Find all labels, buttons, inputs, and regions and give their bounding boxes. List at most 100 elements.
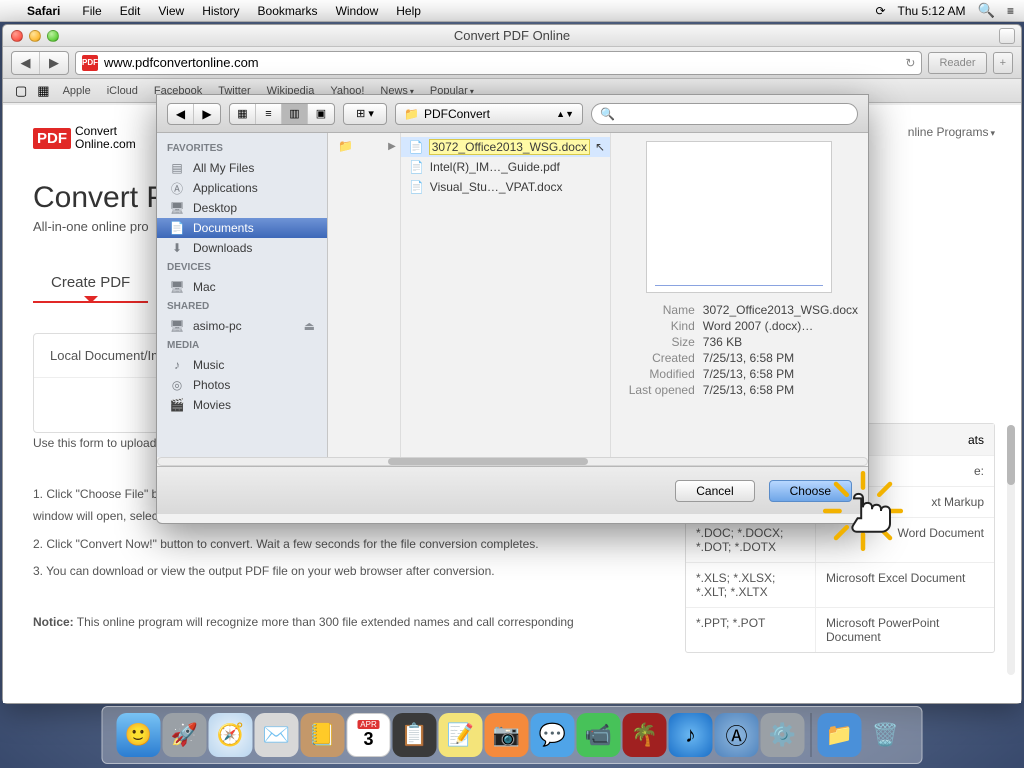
location-popup[interactable]: 📁 PDFConvert ▲▼ xyxy=(395,103,583,125)
bookmark-item[interactable]: Apple xyxy=(56,82,98,100)
allmyfiles-icon: ▤ xyxy=(169,161,185,175)
online-programs-dropdown[interactable]: nline Programs xyxy=(908,125,995,139)
dock-reminders-icon[interactable]: 📋 xyxy=(393,713,437,757)
menu-edit[interactable]: Edit xyxy=(111,4,150,18)
dock-appstore-icon[interactable]: Ⓐ xyxy=(715,713,759,757)
menu-bookmarks[interactable]: Bookmarks xyxy=(249,4,327,18)
top-sites-icon[interactable]: ▦ xyxy=(33,83,53,99)
dock-facetime-icon[interactable]: 📹 xyxy=(577,713,621,757)
dock-trash-icon[interactable]: 🗑️ xyxy=(864,713,908,757)
add-bookmark-button[interactable]: + xyxy=(993,52,1013,74)
dialog-forward-button[interactable]: ▶ xyxy=(194,104,220,124)
pdf-icon: 📄 xyxy=(409,159,425,175)
icon-view-icon[interactable]: ▦ xyxy=(230,104,256,124)
dialog-sidebar: FAVORITES ▤All My Files ⒶApplications 🖥D… xyxy=(157,133,328,457)
bookmark-item[interactable]: iCloud xyxy=(100,82,145,100)
reader-button[interactable]: Reader xyxy=(928,52,986,74)
arrange-button[interactable]: ⊞ ▾ xyxy=(343,103,387,125)
dock-notes-icon[interactable]: 📝 xyxy=(439,713,483,757)
sidebar-section-media: MEDIA xyxy=(157,336,327,355)
sidebar-item-sharedpc[interactable]: 🖥asimo-pc⏏ xyxy=(157,316,327,336)
dock-finder-icon[interactable]: 🙂 xyxy=(117,713,161,757)
sidebar-item-downloads[interactable]: ⬇Downloads xyxy=(157,238,327,258)
file-name: 3072_Office2013_WSG.docx xyxy=(429,139,590,155)
dock-contacts-icon[interactable]: 📒 xyxy=(301,713,345,757)
list-view-icon[interactable]: ≡ xyxy=(256,104,282,124)
dock-mail-icon[interactable]: ✉️ xyxy=(255,713,299,757)
format-ext: *.XLS; *.XLSX; *.XLT; *.XLTX xyxy=(686,563,816,607)
file-item[interactable]: 📄 Intel(R)_IM…_Guide.pdf xyxy=(401,157,610,177)
instruction-text: 2. Click "Convert Now!" button to conver… xyxy=(33,534,673,556)
dock-preferences-icon[interactable]: ⚙️ xyxy=(761,713,805,757)
sidebar-item-allmyfiles[interactable]: ▤All My Files xyxy=(157,158,327,178)
menu-help[interactable]: Help xyxy=(387,4,430,18)
time-machine-icon[interactable]: ⟳ xyxy=(875,4,885,18)
dock-iphoto-icon[interactable]: 🌴 xyxy=(623,713,667,757)
cancel-button[interactable]: Cancel xyxy=(675,480,754,502)
back-button[interactable]: ◀ xyxy=(12,52,40,74)
menu-view[interactable]: View xyxy=(149,4,193,18)
file-name: Intel(R)_IM…_Guide.pdf xyxy=(430,160,560,174)
search-icon: 🔍 xyxy=(600,107,615,121)
dock-downloads-icon[interactable]: 📁 xyxy=(818,713,862,757)
dock: 🙂 🚀 🧭 ✉️ 📒 APR3 📋 📝 📷 💬 📹 🌴 ♪ Ⓐ ⚙️ 📁 🗑️ xyxy=(102,706,923,764)
sidebar-section-shared: SHARED xyxy=(157,297,327,316)
url-input[interactable] xyxy=(104,55,899,70)
dialog-footer: Cancel Choose xyxy=(157,466,868,514)
address-bar[interactable]: PDF ↻ xyxy=(75,51,922,75)
forward-button[interactable]: ▶ xyxy=(40,52,68,74)
downloads-icon: ⬇ xyxy=(169,241,185,255)
nav-buttons: ◀ ▶ xyxy=(11,51,69,75)
page-scrollbar[interactable] xyxy=(1007,425,1015,675)
file-list-column: 📄3072_Office2013_WSG.docx↖ 📄Intel(R)_IM…… xyxy=(401,133,611,457)
logo-badge: PDF xyxy=(33,128,71,149)
file-metadata: Name3072_Office2013_WSG.docx KindWord 20… xyxy=(621,303,858,399)
dialog-nav: ◀ ▶ xyxy=(167,103,221,125)
menubar-clock[interactable]: Thu 5:12 AM xyxy=(898,4,966,18)
location-label: PDFConvert xyxy=(424,107,490,121)
eject-icon[interactable]: ⏏ xyxy=(304,319,315,333)
dock-photobooth-icon[interactable]: 📷 xyxy=(485,713,529,757)
sidebar-item-documents[interactable]: 📄Documents xyxy=(157,218,327,238)
dock-calendar-icon[interactable]: APR3 xyxy=(347,713,391,757)
spotlight-icon[interactable]: 🔍 xyxy=(978,2,995,19)
reload-icon[interactable]: ↻ xyxy=(905,56,915,70)
notice-label: Notice: xyxy=(33,615,74,629)
dialog-back-button[interactable]: ◀ xyxy=(168,104,194,124)
file-item[interactable]: 📄Visual_Stu…_VPAT.docx xyxy=(401,177,610,197)
sidebar-item-movies[interactable]: 🎬Movies xyxy=(157,395,327,415)
sidebar-item-photos[interactable]: ◎Photos xyxy=(157,375,327,395)
column-expand-icon: ▶ xyxy=(388,141,396,152)
notification-center-icon[interactable]: ≡ xyxy=(1007,4,1014,18)
app-menu[interactable]: Safari xyxy=(18,4,69,18)
view-switcher[interactable]: ▦ ≡ ▥ ▣ xyxy=(229,103,335,125)
applications-icon: Ⓐ xyxy=(169,181,185,195)
pc-icon: 🖥 xyxy=(169,319,185,333)
dock-safari-icon[interactable]: 🧭 xyxy=(209,713,253,757)
photos-icon: ◎ xyxy=(169,378,185,392)
docx-icon: 📄 xyxy=(409,139,424,155)
menu-file[interactable]: File xyxy=(73,4,110,18)
folder-item[interactable]: 📁 xyxy=(338,139,353,153)
column-view-icon[interactable]: ▥ xyxy=(282,104,308,124)
dialog-scrollbar[interactable] xyxy=(157,457,868,466)
dialog-search[interactable]: 🔍 xyxy=(591,103,858,125)
format-ext: *.DOC; *.DOCX; *.DOT; *.DOTX xyxy=(686,518,816,562)
dock-messages-icon[interactable]: 💬 xyxy=(531,713,575,757)
coverflow-view-icon[interactable]: ▣ xyxy=(308,104,334,124)
menu-history[interactable]: History xyxy=(193,4,248,18)
dock-itunes-icon[interactable]: ♪ xyxy=(669,713,713,757)
choose-button[interactable]: Choose xyxy=(769,480,852,502)
show-bookmarks-icon[interactable]: ▢ xyxy=(11,83,31,99)
sidebar-item-mac[interactable]: 🖥Mac xyxy=(157,277,327,297)
menu-window[interactable]: Window xyxy=(327,4,388,18)
sidebar-item-applications[interactable]: ⒶApplications xyxy=(157,178,327,198)
sidebar-item-desktop[interactable]: 🖥Desktop xyxy=(157,198,327,218)
notice-text: This online program will recognize more … xyxy=(74,615,574,629)
dock-launchpad-icon[interactable]: 🚀 xyxy=(163,713,207,757)
file-item-selected[interactable]: 📄3072_Office2013_WSG.docx↖ xyxy=(401,137,610,157)
movies-icon: 🎬 xyxy=(169,398,185,412)
fullscreen-button[interactable] xyxy=(999,28,1015,44)
tab-create-pdf[interactable]: Create PDF xyxy=(33,264,148,303)
sidebar-item-music[interactable]: ♪Music xyxy=(157,355,327,375)
